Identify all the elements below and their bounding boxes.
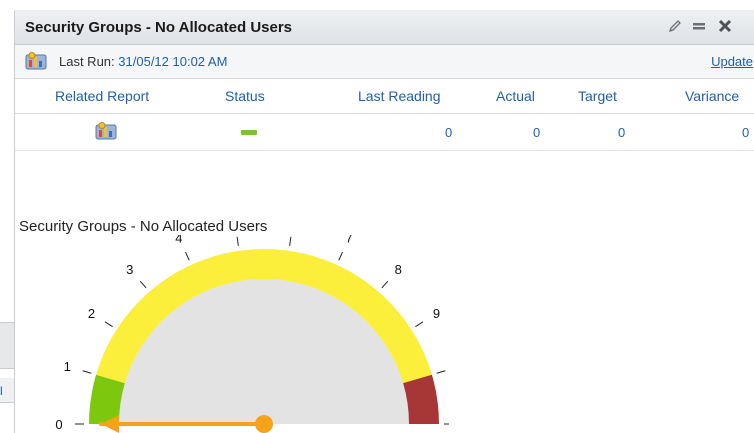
gauge-tick-8 <box>381 280 389 289</box>
gauge-tick-5 <box>236 236 239 246</box>
window-title: Security Groups - No Allocated Users <box>25 19 293 36</box>
column-variance[interactable]: Variance <box>685 88 739 104</box>
table-header: Related Report Status Last Reading Actua… <box>15 79 754 114</box>
related-report-icon[interactable] <box>95 122 117 145</box>
status-indicator-icon <box>241 130 257 135</box>
last-run-value: 31/05/12 10:02 AM <box>118 54 228 69</box>
gauge-tick-label-7: 7 <box>346 235 353 246</box>
background-link[interactable]: l <box>0 384 3 398</box>
gauge-tick-6 <box>289 236 292 246</box>
variance-value: 0 <box>742 125 750 140</box>
target-value: 0 <box>618 125 626 140</box>
last-reading-value: 0 <box>445 125 453 140</box>
title-bar: Security Groups - No Allocated Users <box>15 10 754 45</box>
gauge-tick-10 <box>436 370 446 374</box>
background-panel: l <box>0 0 14 433</box>
gauge-tick-7 <box>338 251 343 261</box>
actual-value: 0 <box>533 125 541 140</box>
kpi-window: Security Groups - No Allocated Users Las… <box>14 10 754 433</box>
gauge-tick-4 <box>185 251 190 261</box>
gauge-tick-3 <box>139 280 147 289</box>
gauge-tick-label-8: 8 <box>395 262 402 277</box>
gauge-tick-2 <box>104 321 113 328</box>
gauge-tick-label-0: 0 <box>55 417 62 432</box>
gauge-chart: 01234567891011 <box>55 235 449 433</box>
update-link[interactable]: Update <box>711 54 753 69</box>
background-header-bar <box>0 322 14 369</box>
minimize-icon[interactable] <box>689 16 709 36</box>
column-last-reading[interactable]: Last Reading <box>358 88 441 104</box>
gauge-tick-label-1: 1 <box>64 359 71 374</box>
gauge-tick-1 <box>82 370 92 374</box>
pencil-icon[interactable] <box>665 16 685 36</box>
gauge-pivot <box>255 415 273 433</box>
column-status[interactable]: Status <box>225 88 265 104</box>
close-icon[interactable] <box>715 16 735 36</box>
last-run-label: Last Run: <box>59 54 115 69</box>
gauge-tick-label-3: 3 <box>126 262 133 277</box>
gauge-tick-9 <box>415 321 424 328</box>
gauge-tick-label-4: 4 <box>175 235 182 246</box>
column-target[interactable]: Target <box>578 88 617 104</box>
column-actual[interactable]: Actual <box>496 88 535 104</box>
last-run-bar: Last Run: 31/05/12 10:02 AM Update <box>15 45 754 79</box>
last-run-text: Last Run: 31/05/12 10:02 AM <box>59 54 227 69</box>
report-icon[interactable] <box>25 52 47 75</box>
gauge-tick-label-9: 9 <box>433 306 440 321</box>
column-related-report[interactable]: Related Report <box>55 88 149 104</box>
gauge-tick-label-2: 2 <box>88 306 95 321</box>
chart-title: Security Groups - No Allocated Users <box>19 218 268 235</box>
table-row: 0 0 0 0 <box>15 114 754 151</box>
